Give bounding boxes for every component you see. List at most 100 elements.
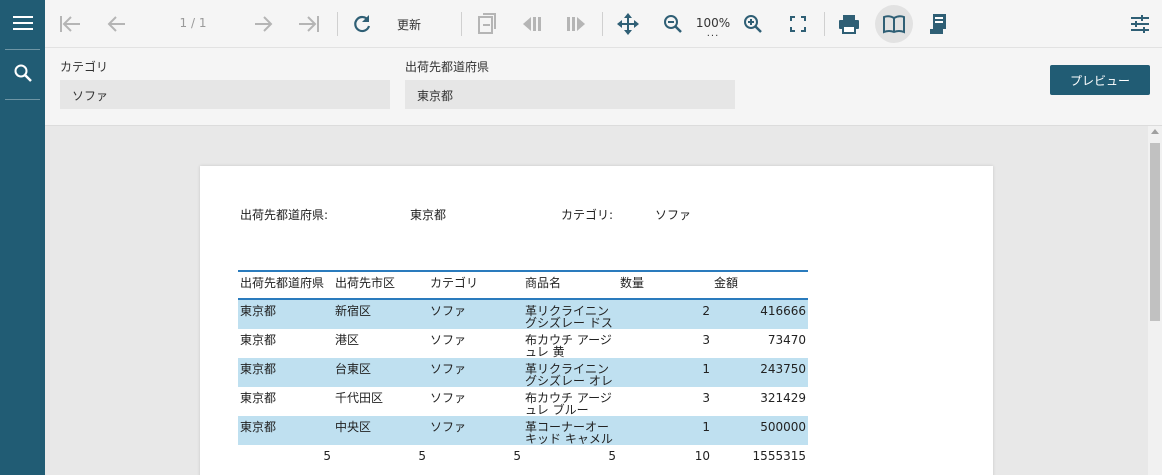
table-cell: 2	[702, 304, 710, 318]
total-cell: 5	[418, 449, 426, 463]
last-page-icon	[299, 16, 319, 32]
report-table: 出荷先都道府県 出荷先市区 カテゴリ 商品名 数量 金額 東京都 新宿区 ソファ…	[238, 270, 808, 473]
refresh-icon	[354, 15, 371, 33]
table-cell: 革リクライニングシズレー オレンジ	[525, 363, 613, 387]
table-row: 東京都 新宿区 ソファ 革リクライニングシズレー ドスタチ 2 416666	[238, 299, 808, 329]
toolbar-divider	[461, 12, 462, 36]
search-icon	[14, 64, 32, 82]
report-page: 出荷先都道府県: 東京都 カテゴリ: ソファ 出荷先都道府県 出荷先市区 カテゴ…	[200, 166, 993, 475]
next-page-button[interactable]	[249, 6, 279, 42]
total-cell: 10	[694, 449, 710, 463]
table-row: 東京都 千代田区 ソファ 布カウチ アージュレ ブルー 3 321429	[238, 387, 808, 416]
refresh-label[interactable]: 更新	[397, 16, 421, 33]
fullscreen-button[interactable]	[783, 6, 813, 42]
settings-button[interactable]	[1125, 6, 1155, 42]
open-book-icon	[883, 15, 905, 34]
backward-history-button[interactable]	[517, 6, 547, 42]
column-header: 商品名	[525, 276, 562, 290]
table-cell: 東京都	[240, 333, 277, 347]
print-button[interactable]	[834, 6, 864, 42]
category-field[interactable]: ソファ	[60, 80, 390, 109]
report-viewer[interactable]: 出荷先都道府県: 東京都 カテゴリ: ソファ 出荷先都道府県 出荷先市区 カテゴ…	[45, 126, 1148, 475]
table-cell: 3	[702, 391, 710, 405]
toolbar: 1 / 1 更新 100% ...	[45, 0, 1162, 48]
column-header: 金額	[714, 276, 739, 290]
vertical-scrollbar[interactable]	[1148, 126, 1162, 475]
report-category-label: カテゴリ:	[561, 208, 614, 222]
category-label: カテゴリ	[60, 60, 109, 74]
table-row: 東京都 中央区 ソファ 革コーナーオーキッド キャメル 1 500000	[238, 416, 808, 445]
table-row: 東京都 港区 ソファ 布カウチ アージュレ 黄 3 73470	[238, 329, 808, 358]
refresh-button[interactable]	[347, 6, 377, 42]
parameters-panel: カテゴリ ソファ 出荷先都道府県 東京都 プレビュー	[45, 48, 1162, 126]
page-indicator[interactable]: 1 / 1	[163, 16, 223, 30]
fullscreen-icon	[790, 16, 806, 32]
menu-button[interactable]	[0, 0, 45, 46]
table-cell: 革リクライニングシズレー ドスタチ	[525, 305, 613, 329]
table-cell: 73470	[767, 333, 806, 347]
table-cell: 新宿区	[335, 304, 372, 318]
search-button[interactable]	[0, 50, 45, 96]
report-prefecture-label: 出荷先都道府県:	[240, 208, 329, 222]
toolbar-divider	[824, 12, 825, 36]
move-arrows-icon	[617, 13, 639, 35]
table-cell: ソファ	[430, 391, 467, 405]
zoom-in-icon	[744, 15, 762, 33]
table-cell: 東京都	[240, 304, 277, 318]
step-forward-icon	[567, 17, 585, 31]
total-cell: 5	[513, 449, 521, 463]
page-view-button[interactable]	[875, 5, 913, 43]
table-cell: 243750	[760, 362, 806, 376]
printer-icon	[839, 15, 859, 34]
scroll-document-icon	[930, 14, 946, 34]
preview-button[interactable]: プレビュー	[1050, 65, 1150, 95]
toolbar-divider	[337, 12, 338, 36]
previous-page-button[interactable]	[101, 6, 131, 42]
prefecture-field[interactable]: 東京都	[405, 80, 735, 109]
table-row: 東京都 台東区 ソファ 革リクライニングシズレー オレンジ 1 243750	[238, 358, 808, 387]
toolbar-divider	[602, 12, 603, 36]
arrow-left-icon	[107, 16, 125, 32]
sliders-icon	[1131, 15, 1149, 33]
step-backward-icon	[523, 17, 541, 31]
zoom-out-icon	[664, 15, 682, 33]
continuous-view-button[interactable]	[923, 6, 953, 42]
zoom-in-button[interactable]	[738, 6, 768, 42]
total-cell: 5	[323, 449, 331, 463]
zoom-out-button[interactable]	[658, 6, 688, 42]
table-cell: ソファ	[430, 420, 467, 434]
table-cell: 3	[702, 333, 710, 347]
last-page-button[interactable]	[294, 6, 324, 42]
table-cell: 布カウチ アージュレ 黄	[525, 334, 612, 358]
pan-mode-button[interactable]	[613, 6, 643, 42]
first-page-button[interactable]	[55, 6, 85, 42]
table-cell: 千代田区	[335, 391, 384, 405]
sidebar-divider	[5, 99, 40, 100]
table-cell: 台東区	[335, 362, 372, 376]
table-totals-row: 5 5 5 5 10 1555315	[238, 445, 808, 473]
prefecture-label: 出荷先都道府県	[405, 60, 490, 74]
export-button[interactable]	[472, 6, 502, 42]
zoom-options-indicator[interactable]: ...	[693, 28, 733, 39]
table-cell: ソファ	[430, 333, 467, 347]
table-cell: 革コーナーオーキッド キャメル	[525, 421, 613, 445]
report-category-value: ソファ	[655, 208, 692, 222]
table-cell: 港区	[335, 333, 360, 347]
total-cell: 1555315	[752, 449, 806, 463]
table-cell: ソファ	[430, 362, 467, 376]
forward-history-button[interactable]	[561, 6, 591, 42]
total-cell: 5	[608, 449, 616, 463]
scroll-up-arrow-icon[interactable]	[1151, 129, 1159, 134]
export-icon	[478, 13, 496, 34]
table-cell: 1	[702, 420, 710, 434]
scrollbar-thumb[interactable]	[1150, 143, 1160, 321]
hamburger-menu-icon	[12, 16, 33, 30]
table-cell: ソファ	[430, 304, 467, 318]
table-cell: 東京都	[240, 420, 277, 434]
table-cell: 1	[702, 362, 710, 376]
column-header: 出荷先市区	[335, 276, 396, 290]
table-cell: 中央区	[335, 420, 372, 434]
column-header: カテゴリ	[430, 276, 479, 290]
table-cell: 321429	[760, 391, 806, 405]
report-prefecture-value: 東京都	[410, 208, 447, 222]
